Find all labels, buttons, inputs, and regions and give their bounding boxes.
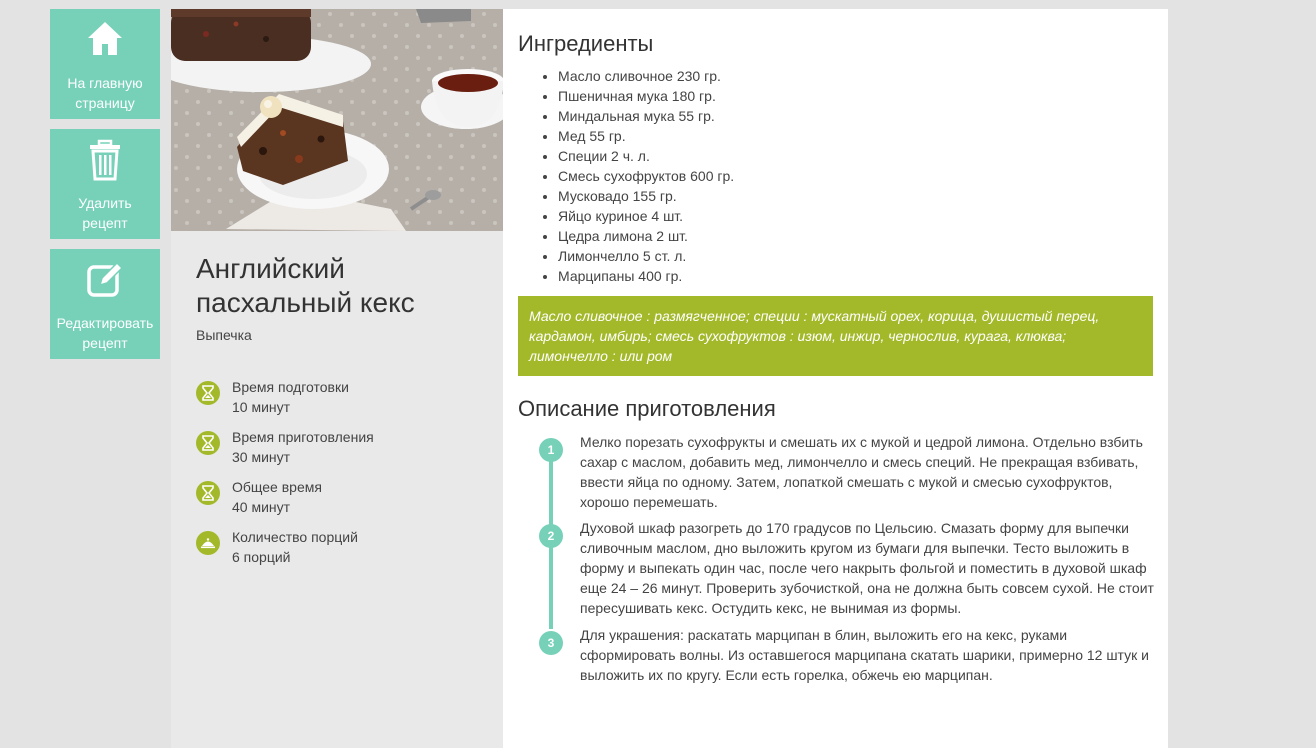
home-button-label: На главную страницу: [67, 75, 143, 111]
info-value: 10 минут: [232, 399, 291, 415]
info-value: 30 минут: [232, 449, 291, 465]
step-number: 1: [539, 438, 563, 462]
dish-icon: [196, 531, 220, 555]
info-value: 6 порций: [232, 549, 291, 565]
recipe-photo: [171, 9, 503, 231]
step-text: Для украшения: раскатать марципан в блин…: [580, 627, 1149, 683]
trash-icon: [50, 139, 160, 183]
ingredient-item: Лимончелло 5 ст. л.: [558, 246, 734, 266]
ingredient-item: Масло сливочное 230 гр.: [558, 66, 734, 86]
steps-heading: Описание приготовления: [518, 396, 776, 421]
ingredient-item: Марципаны 400 гр.: [558, 266, 734, 286]
ingredients-note: Масло сливочное : размягченное; специи :…: [518, 296, 1153, 376]
edit-recipe-button[interactable]: Редактировать рецепт: [50, 249, 160, 359]
hourglass-icon: [196, 381, 220, 405]
home-icon: [50, 19, 160, 63]
hourglass-icon: [196, 481, 220, 505]
ingredient-item: Специи 2 ч. л.: [558, 146, 734, 166]
edit-recipe-label: Редактировать рецепт: [56, 315, 154, 351]
ingredient-item: Пшеничная мука 180 гр.: [558, 86, 734, 106]
step-number: 2: [539, 524, 563, 548]
step-text: Духовой шкаф разогреть до 170 градусов п…: [580, 520, 1154, 616]
ingredient-item: Смесь сухофруктов 600 гр.: [558, 166, 734, 186]
edit-icon: [50, 259, 160, 303]
step-text: Мелко порезать сухофрукты и смешать их с…: [580, 434, 1143, 510]
ingredients-heading: Ингредиенты: [518, 31, 654, 56]
recipe-details-panel: Ингредиенты Масло сливочное 230 гр. Пшен…: [503, 9, 1168, 748]
ingredient-item: Миндальная мука 55 гр.: [558, 106, 734, 126]
home-button[interactable]: На главную страницу: [50, 9, 160, 119]
recipe-title: Английский пасхальный кекс: [196, 253, 415, 318]
info-label: Время подготовки: [232, 379, 349, 395]
step-number: 3: [539, 631, 563, 655]
info-label: Количество порций: [232, 529, 358, 545]
ingredient-item: Цедра лимона 2 шт.: [558, 226, 734, 246]
info-value: 40 минут: [232, 499, 291, 515]
ingredients-list: Масло сливочное 230 гр. Пшеничная мука 1…: [518, 66, 734, 286]
ingredient-item: Мусковадо 155 гр.: [558, 186, 734, 206]
ingredient-item: Яйцо куриное 4 шт.: [558, 206, 734, 226]
info-label: Общее время: [232, 479, 322, 495]
delete-recipe-button[interactable]: Удалить рецепт: [50, 129, 160, 239]
recipe-summary-panel: Английский пасхальный кекс Выпечка Время…: [171, 9, 503, 748]
recipe-category: Выпечка: [196, 327, 252, 343]
info-label: Время приготовления: [232, 429, 374, 445]
delete-recipe-label: Удалить рецепт: [78, 195, 132, 231]
hourglass-icon: [196, 431, 220, 455]
ingredient-item: Мед 55 гр.: [558, 126, 734, 146]
